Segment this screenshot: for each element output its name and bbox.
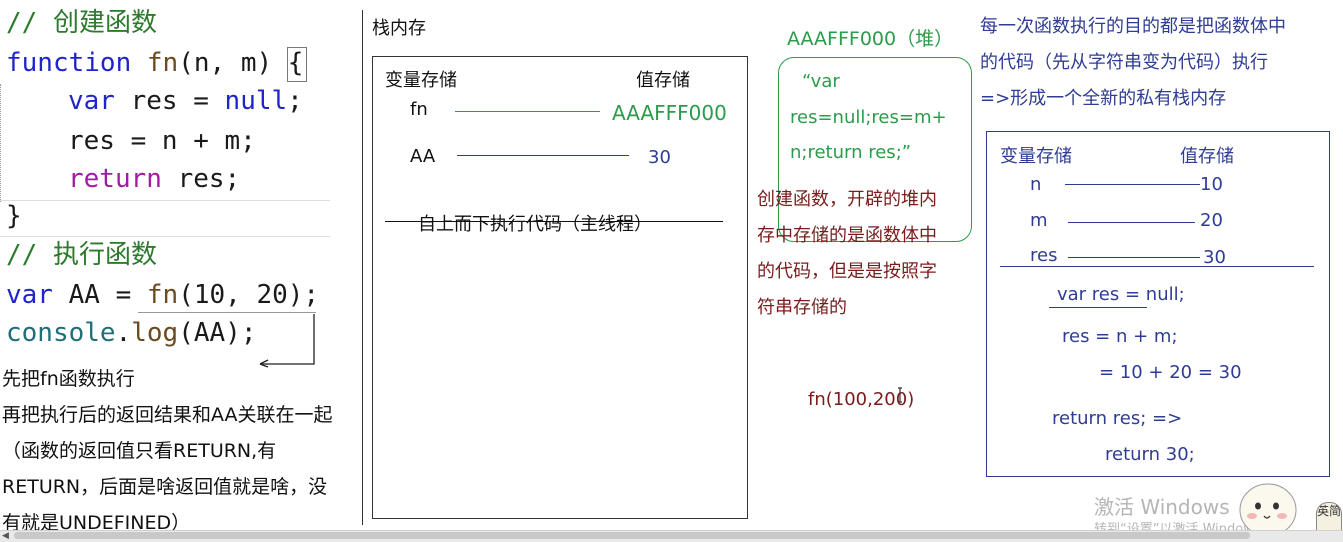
code-line-call: var AA = fn(10, 20);: [6, 280, 320, 310]
strike-line: [385, 221, 723, 222]
heap-desc-2: 存中存储的是函数体中: [757, 225, 937, 246]
exec-val-header: 值存储: [1180, 146, 1234, 167]
keyword-function: function: [6, 48, 132, 78]
heap-desc-1: 创建函数，开辟的堆内: [757, 189, 937, 210]
code-line-log: console.log(AA);: [6, 318, 257, 348]
heap-desc-3: 的代码，但是是按照字: [757, 261, 937, 282]
heap-content-3: n;return res;”: [790, 142, 912, 163]
exec-row-name: m: [1030, 210, 1048, 231]
exec-row-value: 10: [1200, 174, 1223, 195]
exec-row-name: res: [1030, 245, 1058, 266]
cursor-icon: [898, 387, 902, 403]
exec-step-5: return 30;: [1105, 444, 1195, 465]
stack-var-header: 变量存储: [385, 70, 457, 91]
exec-var-header: 变量存储: [1000, 146, 1072, 167]
note-line-1: 先把fn函数执行: [2, 368, 135, 390]
note-line-4: RETURN，后面是啥返回值就是啥，没: [2, 476, 328, 498]
arrow-annotation: [259, 314, 315, 368]
fold-guide: [0, 84, 331, 202]
exec-desc-2: 的代码（先从字符串变为代码）执行: [980, 52, 1268, 73]
exec-row-value: 20: [1200, 210, 1223, 231]
stack-title: 栈内存: [372, 18, 426, 39]
code-comment-create: // 创建函数: [6, 8, 157, 38]
code-line-function: function fn(n, m) {: [6, 48, 303, 78]
activation-watermark-title: 激活 Windows: [1094, 495, 1230, 519]
exec-desc-3: =>形成一个全新的私有栈内存: [980, 88, 1227, 109]
heap-content-2: res=null;res=m+: [790, 107, 947, 128]
note-line-3: （函数的返回值只看RETURN,有: [2, 440, 277, 462]
heap-content-1: “var: [802, 71, 840, 92]
code-line-close: }: [6, 201, 22, 231]
exec-row-name: n: [1030, 174, 1042, 195]
mascot-avatar: [1236, 470, 1300, 537]
code-comment-execute: // 执行函数: [6, 240, 157, 270]
exec-row-value: 30: [1203, 247, 1226, 268]
scroll-left-icon[interactable]: ◀: [2, 532, 10, 541]
heap-desc-4: 符串存储的: [757, 297, 847, 318]
exec-step-3: = 10 + 20 = 30: [1099, 362, 1242, 383]
stack-val-header: 值存储: [636, 70, 690, 91]
scrollbar-thumb[interactable]: [14, 532, 1250, 539]
exec-separator: [1000, 266, 1314, 267]
mascot-icon: [1239, 483, 1297, 537]
main-thread-label: 自上而下执行代码（主线程）: [418, 214, 652, 235]
exec-step-1: var res = null;: [1057, 284, 1185, 305]
exec-step-4: return res; =>: [1052, 408, 1183, 429]
brace-highlight: [287, 47, 307, 82]
stack-row-value: AAAFFF000: [612, 101, 727, 125]
exec-step-2: res = n + m;: [1062, 326, 1178, 347]
stack-row-name: AA: [410, 146, 436, 167]
horizontal-scrollbar[interactable]: ◀: [0, 530, 1343, 542]
divider: [362, 10, 363, 525]
fn-name: fn: [146, 48, 179, 78]
heap-title: AAAFFF000（堆）: [787, 28, 954, 50]
note-line-2: 再把执行后的返回结果和AA关联在一起: [2, 404, 333, 426]
fn-params: (n, m) {: [178, 48, 304, 78]
stack-row-value: 30: [648, 147, 671, 168]
exec-desc-1: 每一次函数执行的目的都是把函数体中: [980, 16, 1286, 37]
stack-memory-box: [372, 56, 748, 519]
stack-row-name: fn: [410, 99, 428, 120]
